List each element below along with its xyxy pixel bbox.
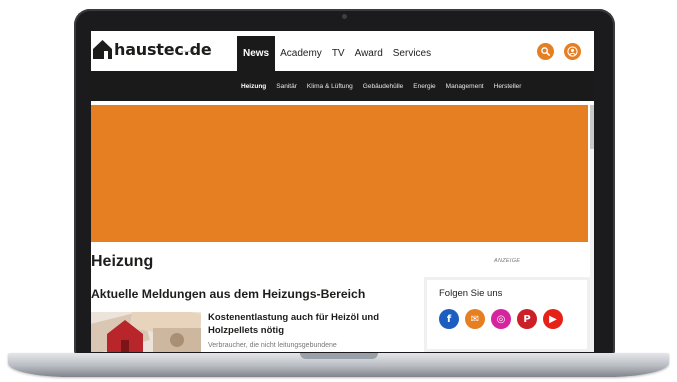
ad-banner[interactable] [91, 105, 588, 242]
nav-item-news[interactable]: News [237, 36, 276, 71]
subnav-item-gebaeudehuelle[interactable]: Gebäudehülle [363, 83, 403, 90]
nav-item-services[interactable]: Services [388, 36, 436, 71]
subnav-item-sanitaer[interactable]: Sanitär [276, 83, 297, 90]
browser-viewport: haustec.de ein Produkt von News Academy … [91, 31, 594, 352]
subnav-item-klima[interactable]: Klima & Lüftung [307, 83, 353, 90]
house-logo-icon [93, 40, 112, 59]
site-logo[interactable]: haustec.de [93, 40, 212, 59]
category-nav: Heizung Sanitär Klima & Lüftung Gebäudeh… [91, 71, 594, 101]
ad-label: ANZEIGE [494, 258, 521, 264]
article-headline[interactable]: Kostenentlastung auch für Heizöl und Hol… [208, 311, 398, 337]
logo-tagline: ein Produkt von [181, 51, 195, 53]
nav-item-award[interactable]: Award [350, 36, 388, 71]
logo-wordmark: haustec.de [114, 40, 212, 59]
banknotes-image [91, 312, 201, 352]
camera-dot [342, 14, 347, 19]
site-header: haustec.de ein Produkt von News Academy … [91, 31, 594, 71]
laptop-base [8, 353, 669, 377]
user-icon [567, 46, 578, 57]
search-button[interactable] [537, 43, 554, 60]
facebook-icon[interactable]: f [439, 309, 459, 329]
laptop-notch [300, 353, 378, 359]
pinterest-icon[interactable]: P [517, 309, 537, 329]
laptop-frame: haustec.de ein Produkt von News Academy … [74, 9, 615, 365]
section-subtitle: Aktuelle Meldungen aus dem Heizungs-Bere… [91, 287, 366, 301]
follow-title: Folgen Sie uns [439, 288, 503, 299]
article-teaser: Verbraucher, die nicht leitungsgebundene [208, 342, 337, 349]
nav-item-academy[interactable]: Academy [275, 36, 327, 71]
article-thumbnail[interactable] [91, 312, 201, 352]
nav-item-tv[interactable]: TV [327, 36, 350, 71]
follow-us-widget: Folgen Sie uns f ✉ ◎ P ▶ [424, 277, 590, 352]
subnav-item-heizung[interactable]: Heizung [241, 83, 266, 90]
page-title: Heizung [91, 253, 154, 270]
youtube-icon[interactable]: ▶ [543, 309, 563, 329]
subnav-item-energie[interactable]: Energie [413, 83, 435, 90]
scrollbar-thumb[interactable] [590, 105, 594, 149]
main-nav: News Academy TV Award Services [237, 36, 436, 71]
subnav-item-management[interactable]: Management [446, 83, 484, 90]
subnav-item-hersteller[interactable]: Hersteller [494, 83, 522, 90]
account-button[interactable] [564, 43, 581, 60]
mail-icon[interactable]: ✉ [465, 309, 485, 329]
search-icon [541, 47, 550, 56]
instagram-icon[interactable]: ◎ [491, 309, 511, 329]
